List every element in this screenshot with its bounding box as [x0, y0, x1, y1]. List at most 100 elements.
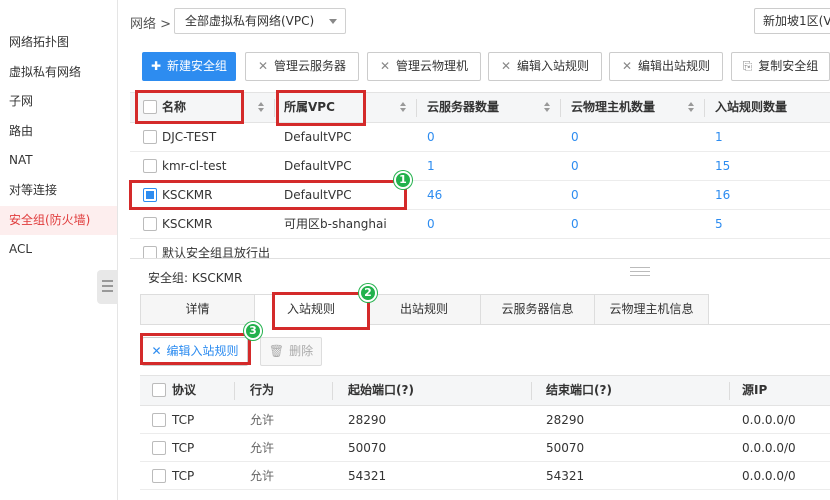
- sidebar-item-route[interactable]: 路由: [0, 117, 117, 147]
- sidebar-item-topology[interactable]: 网络拓扑图: [0, 28, 117, 58]
- sort-icon[interactable]: [688, 102, 696, 114]
- tab-inbound-rules[interactable]: 入站规则: [254, 294, 368, 325]
- tab-server-info[interactable]: 云服务器信息: [480, 294, 595, 325]
- step-badge-3: 3: [244, 322, 262, 340]
- sidebar-item-nat[interactable]: NAT: [0, 146, 117, 176]
- button-label: 删除: [289, 344, 314, 358]
- button-label: 编辑出站规则: [638, 59, 711, 73]
- delete-button[interactable]: 🗑 删除: [260, 337, 322, 366]
- cell-inbound-link[interactable]: 1: [715, 123, 723, 152]
- row-checkbox[interactable]: [143, 159, 157, 173]
- region-selector[interactable]: 新加坡1区(VPC: [754, 8, 830, 34]
- tools-icon: ✕: [500, 59, 512, 73]
- column-header-source-ip: 源IP: [742, 383, 768, 397]
- select-all-checkbox[interactable]: [143, 100, 157, 114]
- copy-security-group-button[interactable]: ⎘ 复制安全组: [731, 52, 830, 81]
- column-header-servers[interactable]: 云服务器数量: [427, 93, 499, 122]
- table-row[interactable]: KSCKMR 可用区b-shanghai 0 0 5: [130, 210, 830, 239]
- table-row[interactable]: kmr-cl-test DefaultVPC 1 0 15: [130, 152, 830, 181]
- row-checkbox[interactable]: [152, 413, 166, 427]
- column-divider: [234, 382, 235, 400]
- cell-name: KSCKMR: [162, 217, 213, 231]
- column-divider: [416, 99, 417, 117]
- cell-physical-link[interactable]: 0: [571, 123, 579, 152]
- table-row[interactable]: TCP 允许 54321 54321 0.0.0.0/0: [140, 462, 830, 490]
- select-all-checkbox[interactable]: [152, 383, 166, 397]
- tab-details[interactable]: 详情: [140, 294, 255, 325]
- cell-physical-link[interactable]: 0: [571, 152, 579, 181]
- table-row[interactable]: DJC-TEST DefaultVPC 0 0 1: [130, 123, 830, 152]
- row-checkbox[interactable]: [152, 441, 166, 455]
- row-checkbox[interactable]: [152, 469, 166, 483]
- table-header: 协议 行为 起始端口(?) 结束端口(?) 源IP: [140, 375, 830, 406]
- sidebar-collapse-handle[interactable]: [97, 270, 118, 304]
- cell-protocol: TCP: [172, 413, 195, 427]
- tools-icon: ✕: [621, 59, 633, 73]
- row-checkbox[interactable]: [143, 217, 157, 231]
- sidebar-item-subnet[interactable]: 子网: [0, 87, 117, 117]
- row-checkbox-checked[interactable]: [143, 188, 157, 202]
- column-header-end-port: 结束端口(?): [546, 383, 612, 397]
- resize-handle-icon[interactable]: [630, 267, 650, 279]
- column-header-start-port: 起始端口(?): [348, 383, 414, 397]
- cell-vpc: 可用区b-shanghai: [284, 217, 387, 231]
- cell-inbound-link[interactable]: 5: [715, 210, 723, 239]
- cell-source-ip: 0.0.0.0/0: [742, 413, 796, 427]
- sidebar-item-peering[interactable]: 对等连接: [0, 176, 117, 206]
- cell-servers-link[interactable]: 46: [427, 181, 442, 210]
- sidebar-item-label: ACL: [9, 242, 33, 257]
- tab-label: 云服务器信息: [501, 302, 574, 316]
- breadcrumb[interactable]: 网络 >: [130, 13, 171, 32]
- table-row-selected[interactable]: KSCKMR DefaultVPC 46 0 16: [130, 181, 830, 210]
- cell-action: 允许: [250, 469, 275, 483]
- cell-physical-link[interactable]: 0: [571, 181, 579, 210]
- column-divider: [274, 99, 275, 117]
- column-header-inbound[interactable]: 入站规则数量: [715, 93, 787, 122]
- column-header-name[interactable]: 名称: [162, 93, 186, 122]
- column-header-physical[interactable]: 云物理主机数量: [571, 93, 655, 122]
- sidebar-item-label: 安全组(防火墙): [9, 212, 91, 227]
- row-checkbox[interactable]: [143, 130, 157, 144]
- sort-icon[interactable]: [258, 102, 266, 114]
- cell-physical-link[interactable]: 0: [571, 210, 579, 239]
- cell-vpc: DefaultVPC: [284, 159, 352, 173]
- edit-inbound-rules-button[interactable]: ✕ 编辑入站规则: [142, 337, 248, 366]
- sidebar-item-vpc[interactable]: 虚拟私有网络: [0, 58, 117, 88]
- cell-inbound-link[interactable]: 15: [715, 152, 730, 181]
- column-divider: [560, 99, 561, 117]
- cell-servers-link[interactable]: 1: [427, 152, 435, 181]
- table-row[interactable]: TCP 允许 28290 28290 0.0.0.0/0: [140, 406, 830, 434]
- sidebar: 网络拓扑图 虚拟私有网络 子网 路由 NAT 对等连接 安全组(防火墙) ACL: [0, 0, 118, 500]
- cell-protocol: TCP: [172, 441, 195, 455]
- manage-physical-button[interactable]: ✕ 管理云物理机: [367, 52, 481, 81]
- button-label: 编辑入站规则: [166, 344, 239, 358]
- tab-physical-info[interactable]: 云物理主机信息: [594, 294, 709, 325]
- tools-icon: ✕: [379, 59, 391, 73]
- cell-servers-link[interactable]: 0: [427, 123, 435, 152]
- cell-servers-link[interactable]: 0: [427, 210, 435, 239]
- edit-inbound-rules-button[interactable]: ✕ 编辑入站规则: [488, 52, 602, 81]
- table-row[interactable]: TCP 允许 50070 50070 0.0.0.0/0: [140, 434, 830, 462]
- vpc-select[interactable]: 全部虚拟私有网络(VPC): [174, 8, 346, 34]
- cell-name: DJC-TEST: [162, 130, 217, 144]
- sort-icon[interactable]: [400, 102, 408, 114]
- column-divider: [704, 99, 705, 117]
- column-header-vpc[interactable]: 所属VPC: [284, 93, 335, 122]
- table-header: 名称 所属VPC 云服务器数量 云物理主机数量 入站规则数量: [130, 92, 830, 123]
- manage-servers-button[interactable]: ✕ 管理云服务器: [245, 52, 359, 81]
- tab-outbound-rules[interactable]: 出站规则: [367, 294, 481, 325]
- sidebar-item-security-group[interactable]: 安全组(防火墙): [0, 205, 117, 236]
- cell-action: 允许: [250, 413, 275, 427]
- column-divider: [332, 382, 333, 400]
- new-security-group-button[interactable]: ✚ 新建安全组: [142, 52, 236, 81]
- cell-inbound-link[interactable]: 16: [715, 181, 730, 210]
- tab-label: 云物理主机信息: [609, 302, 694, 316]
- step-badge-1: 1: [394, 171, 412, 189]
- sidebar-item-acl[interactable]: ACL: [0, 235, 117, 265]
- sort-icon[interactable]: [544, 102, 552, 114]
- cell-vpc: DefaultVPC: [284, 188, 352, 202]
- cell-start-port: 54321: [348, 469, 387, 483]
- edit-outbound-rules-button[interactable]: ✕ 编辑出站规则: [609, 52, 723, 81]
- table-row[interactable]: 默认安全组且放行出: [130, 239, 830, 259]
- sidebar-item-label: 子网: [9, 94, 34, 109]
